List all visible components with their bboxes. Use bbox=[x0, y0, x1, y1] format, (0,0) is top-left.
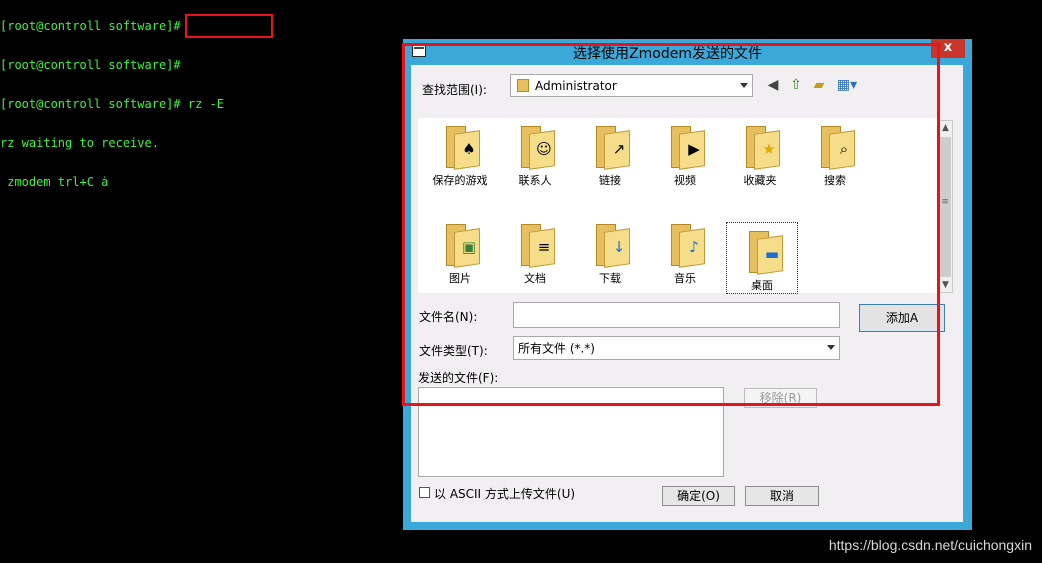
resize-grip-icon[interactable]: ⋰ bbox=[960, 518, 970, 528]
ascii-label: 以 ASCII 方式上传文件(U) bbox=[434, 487, 576, 501]
scroll-thumb[interactable] bbox=[940, 137, 951, 277]
cancel-button[interactable]: 取消 bbox=[745, 486, 819, 506]
watermark: https://blog.csdn.net/cuichongxin bbox=[828, 537, 1032, 553]
terminal-line: rz waiting to receive. bbox=[0, 136, 159, 150]
scroll-grip-icon: ≡ bbox=[941, 197, 949, 207]
scroll-up-icon[interactable]: ▲ bbox=[939, 121, 952, 135]
command-highlight-box bbox=[185, 14, 273, 38]
ok-button[interactable]: 确定(O) bbox=[662, 486, 735, 506]
ascii-checkbox[interactable] bbox=[419, 487, 430, 498]
file-list-scrollbar[interactable]: ▲ ≡ ▼ bbox=[938, 120, 953, 293]
terminal-line: [root@controll software]# bbox=[0, 58, 181, 72]
scroll-down-icon[interactable]: ▼ bbox=[939, 278, 952, 292]
dialog-highlight-box bbox=[402, 43, 940, 406]
terminal-line: [root@controll software]# rz -E bbox=[0, 97, 224, 111]
terminal-line: zmodem trl+C ȧ bbox=[0, 175, 109, 189]
